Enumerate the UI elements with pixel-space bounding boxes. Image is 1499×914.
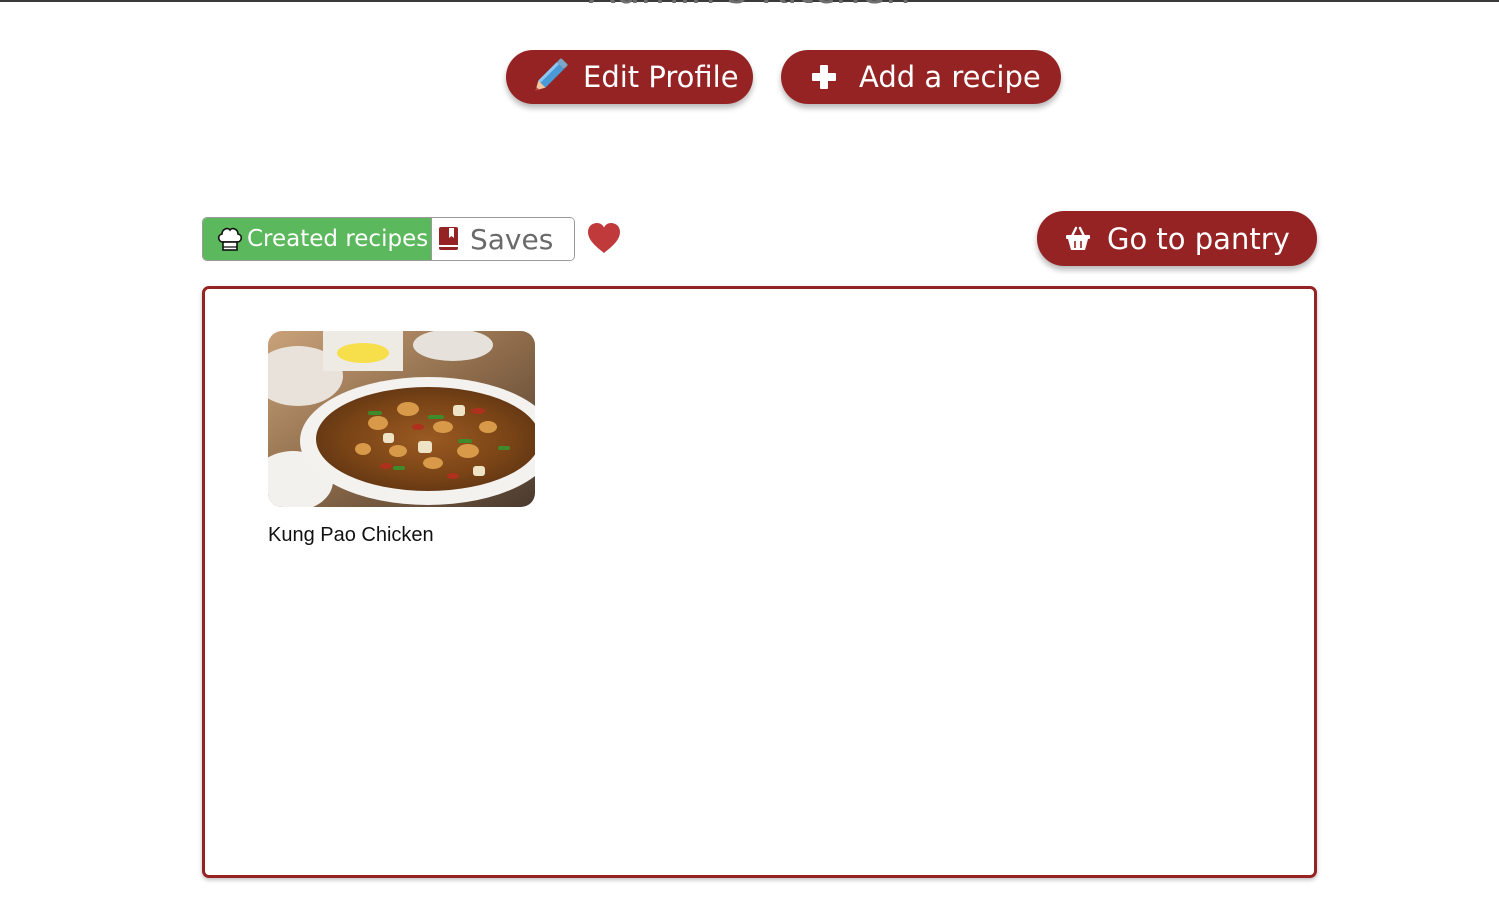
edit-profile-button[interactable]: Edit Profile: [506, 50, 753, 104]
heart-icon[interactable]: [586, 221, 622, 255]
go-to-pantry-label: Go to pantry: [1107, 221, 1290, 256]
add-recipe-label: Add a recipe: [859, 60, 1041, 94]
pencil-icon: [526, 54, 572, 100]
basket-icon: [1063, 224, 1093, 254]
tab-saves-label: Saves: [470, 222, 554, 256]
go-to-pantry-button[interactable]: Go to pantry: [1037, 211, 1317, 266]
recipe-view-toggle: Created recipes Saves: [202, 217, 575, 261]
tab-created-recipes[interactable]: Created recipes: [203, 218, 432, 260]
recipes-panel: Kung Pao Chicken: [202, 286, 1317, 878]
recipe-name[interactable]: Kung Pao Chicken: [268, 524, 535, 547]
tab-created-recipes-label: Created recipes: [247, 226, 429, 252]
tab-saves[interactable]: Saves: [432, 218, 574, 260]
add-recipe-button[interactable]: Add a recipe: [781, 50, 1061, 104]
edit-profile-label: Edit Profile: [583, 60, 739, 94]
recipe-image[interactable]: [268, 331, 535, 507]
chef-hat-icon: [215, 224, 245, 254]
bookmark-icon: [438, 226, 462, 252]
recipe-card[interactable]: Kung Pao Chicken: [268, 331, 535, 547]
page-title: Admin's Kitchen: [0, 0, 1499, 10]
plus-icon: [809, 62, 839, 92]
